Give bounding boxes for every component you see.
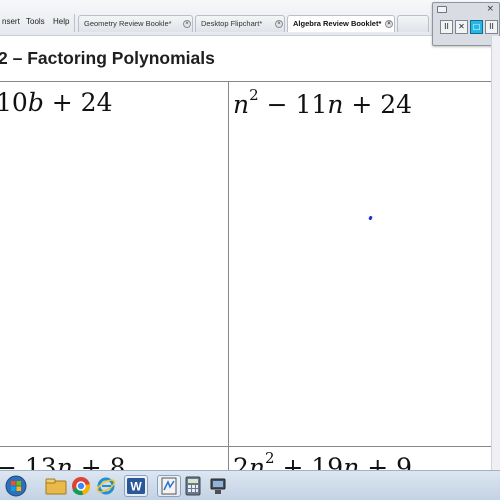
term: 10: [0, 88, 28, 117]
divider: [0, 446, 500, 447]
ink-stroke: [368, 215, 373, 221]
vertical-scrollbar[interactable]: [491, 36, 500, 470]
calculator-icon[interactable]: [181, 475, 205, 497]
tab-label: Algebra Review Booklet*: [293, 19, 382, 28]
divider: [228, 81, 229, 500]
tab-overflow[interactable]: [397, 15, 429, 32]
term: + 24: [43, 88, 113, 117]
pause-button[interactable]: II: [440, 20, 453, 34]
tab-geometry-review[interactable]: Geometry Review Bookle* ×: [78, 15, 193, 32]
exponent: 2: [249, 86, 259, 104]
internet-explorer-icon[interactable]: [94, 475, 118, 497]
flipchart-app-icon[interactable]: [157, 475, 181, 497]
file-explorer-icon[interactable]: [44, 475, 68, 497]
start-orb-icon[interactable]: [4, 475, 28, 497]
exponent: 2: [265, 449, 275, 467]
variable: n: [327, 90, 344, 119]
tab-label: Desktop Flipchart*: [201, 19, 263, 28]
menu-separator: [74, 14, 75, 32]
tab-label: Geometry Review Bookle*: [84, 19, 172, 28]
recorder-toolbar[interactable]: × II ✕ □ II: [432, 2, 500, 46]
divider: [0, 81, 500, 82]
polynomial-1: 10b + 24: [0, 90, 112, 115]
record-button[interactable]: □: [470, 20, 483, 34]
variable: b: [27, 88, 44, 117]
taskbar: W: [0, 470, 500, 500]
menu-tools[interactable]: Tools: [26, 17, 45, 26]
tab-desktop-flipchart[interactable]: Desktop Flipchart* ×: [195, 15, 285, 32]
polynomial-2: n2 − 11n + 24: [233, 88, 413, 119]
grip-icon[interactable]: [437, 6, 447, 13]
menu-insert[interactable]: nsert: [2, 17, 20, 26]
stop-button[interactable]: ✕: [455, 20, 468, 34]
term: + 24: [343, 90, 413, 119]
chrome-icon[interactable]: [69, 475, 93, 497]
close-icon[interactable]: ×: [385, 20, 393, 28]
menu-tab-bar: nsert Tools Help Geometry Review Bookle*…: [0, 0, 500, 36]
term: − 11: [258, 90, 328, 119]
page-title: 2 – Factoring Polynomials: [0, 48, 215, 68]
close-icon[interactable]: ×: [275, 20, 283, 28]
word-icon[interactable]: W: [124, 475, 148, 497]
document-camera-icon[interactable]: [206, 475, 230, 497]
tab-algebra-review[interactable]: Algebra Review Booklet* ×: [287, 15, 395, 32]
recorder-close-button[interactable]: ×: [486, 4, 494, 14]
menu-help[interactable]: Help: [53, 17, 69, 26]
variable: n: [233, 90, 250, 119]
svg-text:W: W: [130, 480, 142, 494]
close-icon[interactable]: ×: [183, 20, 191, 28]
pause-button-secondary[interactable]: II: [485, 20, 498, 34]
